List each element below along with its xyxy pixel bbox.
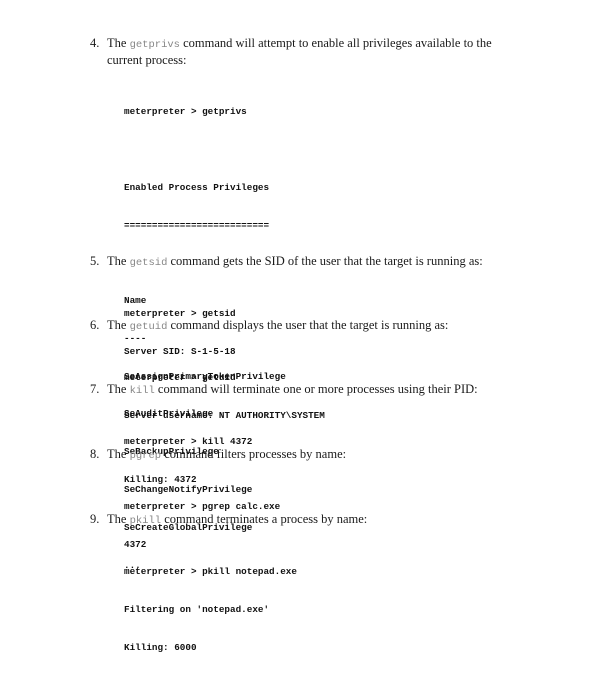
code-line: Killing: 6000	[124, 641, 197, 653]
inline-command: pkill	[129, 515, 162, 527]
code-line: meterpreter > getprivs	[124, 106, 247, 118]
list-item-9: 9. The pkill command terminates a proces…	[90, 512, 530, 680]
code-line: Enabled Process Privileges	[124, 181, 270, 193]
item-description: 5. The getsid command gets the SID of th…	[90, 254, 530, 271]
code-line: Filtering on 'notepad.exe'	[124, 603, 270, 615]
item-number: 4.	[90, 36, 100, 50]
item-text: The getsid command gets the SID of the u…	[107, 254, 483, 269]
item-description: 9. The pkill command terminates a proces…	[90, 512, 530, 529]
item-description: 4. The getprivs command will attempt to …	[90, 36, 530, 68]
item-text: The pkill command terminates a process b…	[107, 512, 368, 527]
item-number: 5.	[90, 254, 100, 268]
item-text: The kill command will terminate one or m…	[107, 382, 478, 397]
inline-command: kill	[129, 385, 155, 397]
inline-command: getuid	[129, 321, 168, 333]
item-number: 6.	[90, 318, 100, 332]
item-description: 7. The kill command will terminate one o…	[90, 382, 530, 399]
item-description: 6. The getuid command displays the user …	[90, 318, 530, 335]
item-number: 7.	[90, 382, 100, 396]
item-text: The pgrep command filters processes by n…	[107, 447, 347, 462]
item-description: 8. The pgrep command filters processes b…	[90, 447, 530, 464]
code-block: meterpreter > pkill notepad.exe Filterin…	[124, 541, 530, 680]
item-text: The getuid command displays the user tha…	[107, 318, 449, 333]
code-line: ==========================	[124, 219, 270, 231]
document-page: 4. The getprivs command will attempt to …	[0, 0, 600, 653]
item-number: 9.	[90, 512, 100, 526]
inline-command: getprivs	[129, 39, 180, 51]
inline-command: pgrep	[129, 450, 162, 462]
code-line: meterpreter > pkill notepad.exe	[124, 566, 297, 578]
item-number: 8.	[90, 447, 100, 461]
item-text: The getprivs command will attempt to ena…	[107, 36, 492, 67]
inline-command: getsid	[129, 257, 168, 269]
